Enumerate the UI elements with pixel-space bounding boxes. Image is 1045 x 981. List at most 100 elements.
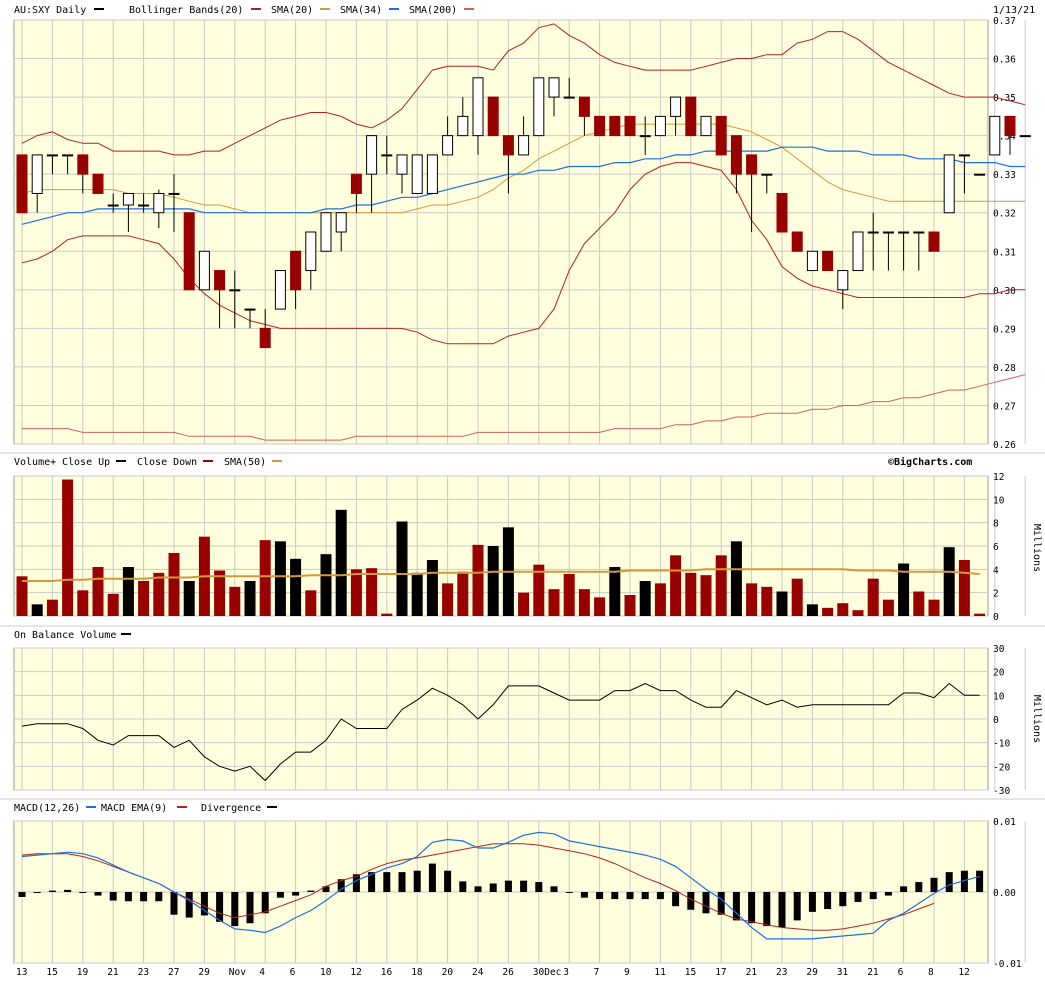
candle-body xyxy=(776,192,788,233)
divergence-bar xyxy=(504,880,512,892)
volume-bar xyxy=(943,547,955,616)
candle-body xyxy=(335,212,347,233)
price-plot-area xyxy=(13,19,989,445)
divergence-bar xyxy=(687,892,695,910)
candle-body xyxy=(852,231,864,272)
volume-bar xyxy=(381,613,393,616)
divergence-bar xyxy=(413,870,421,892)
candle-body xyxy=(518,135,530,156)
divergence-bar xyxy=(550,886,558,892)
candle-body xyxy=(578,96,590,117)
volume-legend-down-label: Close Down xyxy=(137,457,197,468)
divergence-bar xyxy=(976,870,984,892)
volume-bar xyxy=(913,591,925,616)
candle-body xyxy=(898,231,910,234)
candle-body xyxy=(396,154,408,175)
divergence-bar xyxy=(398,872,406,892)
divergence-bar xyxy=(702,892,710,914)
volume-ytick: 0 xyxy=(993,612,999,623)
divergence-bar xyxy=(565,892,573,893)
symbol-label: AU:SXY Daily xyxy=(14,5,86,16)
x-tick-label: 21 xyxy=(867,967,879,978)
macd-divergence-label: Divergence xyxy=(201,803,261,814)
x-tick-label: 19 xyxy=(77,967,89,978)
divergence-bar xyxy=(444,870,452,892)
divergence-bar xyxy=(231,892,239,927)
divergence-bar xyxy=(839,892,847,907)
volume-bar xyxy=(609,567,621,616)
price-ytick: 0.35 xyxy=(993,93,1016,104)
volume-ylabel: Millions xyxy=(1031,524,1042,572)
candle-body xyxy=(654,115,666,137)
candle-body xyxy=(168,192,180,195)
volume-bar xyxy=(578,589,590,616)
candle-body xyxy=(153,192,165,214)
volume-bar xyxy=(92,567,104,616)
volume-ytick: 2 xyxy=(993,589,999,600)
macd-divergence-swatch xyxy=(267,806,277,808)
divergence-bar xyxy=(580,892,588,898)
volume-bar xyxy=(62,479,74,616)
divergence-bar xyxy=(808,892,816,912)
volume-bar xyxy=(411,572,423,616)
divergence-bar xyxy=(748,892,756,924)
volume-bar xyxy=(746,583,758,616)
legend-sma34-label: SMA(34) xyxy=(340,5,382,16)
x-tick-label: 29 xyxy=(806,967,818,978)
volume-bar xyxy=(77,590,89,616)
divergence-bar xyxy=(793,892,801,921)
candle-body xyxy=(442,135,454,156)
obv-y-axis: 30 20 10 0 -10 -20 -30 xyxy=(993,644,1010,797)
candle-body xyxy=(350,173,362,194)
volume-ytick: 8 xyxy=(993,519,999,530)
divergence-bar xyxy=(854,892,862,902)
candle-body xyxy=(715,115,727,156)
volume-bar xyxy=(518,592,530,616)
volume-bar xyxy=(730,541,742,616)
price-y-axis: 0.370.360.350.340.330.320.310.300.290.28… xyxy=(993,16,1016,451)
candle-body xyxy=(16,154,28,214)
divergence-bar xyxy=(94,892,102,896)
candle-body xyxy=(548,77,560,98)
divergence-bar xyxy=(48,890,56,892)
divergence-bar xyxy=(307,890,315,892)
candle-body xyxy=(989,115,1001,156)
candle-body xyxy=(867,231,879,234)
candle-body xyxy=(700,115,712,137)
legend-sma20-swatch xyxy=(320,8,330,10)
divergence-bar xyxy=(33,892,41,893)
candle-body xyxy=(411,154,423,194)
watermark: ©BigCharts.com xyxy=(888,456,972,468)
volume-bar xyxy=(320,554,332,616)
x-tick-label: 30Dec xyxy=(533,967,562,978)
candle-body xyxy=(259,327,271,349)
volume-bar xyxy=(31,604,43,616)
obv-swatch xyxy=(121,633,131,635)
divergence-bar xyxy=(884,892,892,896)
x-tick-label: 11 xyxy=(654,967,666,978)
x-tick-label: 29 xyxy=(198,967,210,978)
candle-body xyxy=(791,231,803,252)
divergence-bar xyxy=(246,892,254,924)
volume-bar xyxy=(107,593,119,616)
x-tick-label: 3 xyxy=(563,967,569,978)
divergence-bar xyxy=(763,892,771,927)
volume-bar xyxy=(153,572,165,616)
volume-bar xyxy=(244,581,256,616)
volume-bar xyxy=(837,603,849,616)
volume-ytick: 10 xyxy=(993,495,1005,506)
volume-bar xyxy=(229,586,241,616)
volume-bar xyxy=(442,583,454,616)
volume-bar xyxy=(274,541,286,616)
candle-body xyxy=(77,154,89,175)
volume-bar xyxy=(183,581,195,616)
divergence-bar xyxy=(276,892,284,898)
candle-body xyxy=(198,250,210,291)
obv-ytick: 10 xyxy=(993,691,1005,702)
divergence-bar xyxy=(869,892,877,900)
divergence-bar xyxy=(489,883,497,892)
divergence-bar xyxy=(79,892,87,893)
x-tick-label: 13 xyxy=(16,967,27,978)
candle-body xyxy=(594,115,606,137)
candle-body xyxy=(624,115,636,137)
